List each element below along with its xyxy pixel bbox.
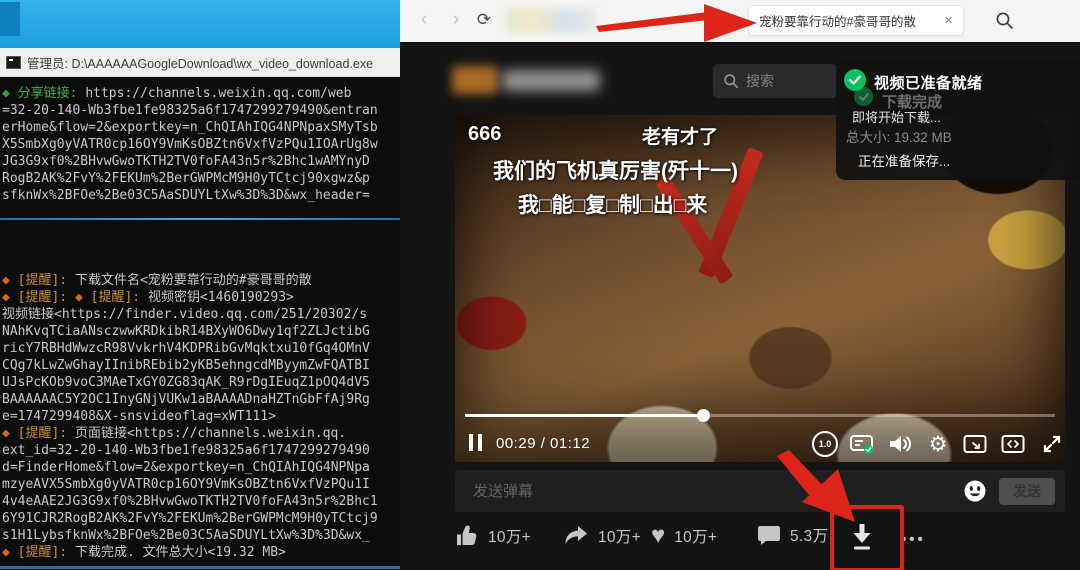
danmaku-comment: 666 xyxy=(468,123,502,145)
danmaku-input[interactable] xyxy=(471,481,963,501)
heart-icon: ♥ xyxy=(651,522,666,549)
toast-saving-line: 正在准备保存... xyxy=(858,154,951,169)
console-icon xyxy=(6,55,21,69)
comment-stat[interactable]: 5.3万 xyxy=(757,524,828,546)
screenshot-root: 管理员: D:\AAAAAAGoogleDownload\wx_video_do… xyxy=(0,0,1080,570)
progress-bar[interactable] xyxy=(465,409,1055,422)
favorite-count: 10万+ xyxy=(674,529,718,546)
terminal-line: d=FinderHome&flow=2&exportkey=n_ChQIAhIQ… xyxy=(2,460,370,475)
channel-name-blurred xyxy=(502,70,600,91)
settings-gear-icon[interactable]: ⚙ xyxy=(925,432,951,456)
page-search-placeholder: 搜索 xyxy=(746,73,774,89)
terminal-line: JG3G9xf0%2BHvwGwoTKTH2TV0foFA43n5r%2Bhc1… xyxy=(2,154,370,169)
send-danmaku-button[interactable]: 发送 xyxy=(999,477,1055,505)
danmaku-comment: 我□能□复□制□出□来 xyxy=(518,194,708,217)
browser-search-box[interactable]: × xyxy=(748,5,964,36)
terminal-line: CQg7kLwZwGhayIInibREbib2yKB5ehngcdMByymZ… xyxy=(2,358,370,373)
terminal-line: =32-20-140-Wb3fbe1fe98325a6f174729927949… xyxy=(2,103,378,118)
terminal-line: ◆ 分享链接: https://channels.weixin.qq.com/w… xyxy=(2,86,352,101)
more-options-button[interactable]: ••• xyxy=(901,531,926,548)
comment-bubble-icon xyxy=(758,526,780,545)
terminal-line: ricY7RBHdWwzcR98VvkrhV4KDPRibGvMqktxu10f… xyxy=(2,341,370,356)
terminal-line: BAAAAAAC5Y2OC1InyGNjVUKw1aBAAAADnaHZTnGb… xyxy=(2,392,370,407)
toast-size-line: 总大小: 19.32 MB xyxy=(846,130,952,145)
emoji-icon[interactable] xyxy=(963,479,987,503)
share-count: 10万+ xyxy=(598,529,641,546)
terminal-line: ◆ [提醒]: 下载文件名<宠粉要靠行动的#豪哥哥的散 xyxy=(2,273,312,288)
terminal-line: erHome&flow=2&exportkey=n_ChQIAhIQG4NPNp… xyxy=(2,120,378,135)
terminal-line: e=1747299408&X-snsvideoflag=xWT111> xyxy=(2,409,276,424)
fullscreen-icon[interactable] xyxy=(1039,432,1065,456)
background-window-edge xyxy=(0,2,20,36)
terminal-line: ext_id=32-20-140-Wb3fbe1fe98325a6f174729… xyxy=(2,443,370,458)
like-count: 10万+ xyxy=(488,529,531,546)
danmaku-comment: 老有才了 xyxy=(642,127,719,148)
download-toast: 下载完成 视频已准备就绪 即将开始下载... 总大小: 19.32 MB 正在准… xyxy=(836,60,1080,180)
page-search-icon xyxy=(724,74,739,89)
picture-in-picture-icon[interactable] xyxy=(962,432,988,456)
terminal-line: RogB2AK%2FvY%2FEKUm%2BerGWPMcM9H0yTCtcj9… xyxy=(2,171,370,186)
window-border-line xyxy=(0,218,400,220)
terminal-line: UJsPcKOb9voC3MAeTxGY0ZG83qAK_R9rDgIEuqZ1… xyxy=(2,375,370,390)
window-border-bottom xyxy=(0,566,400,569)
page-search-box[interactable]: 搜索 xyxy=(713,64,837,98)
progress-fill xyxy=(465,414,703,417)
terminal-line: 4v4eAAE2JG3G9xf0%2BHvwGwoTKTH2TV0foFA43n… xyxy=(2,494,378,509)
console-titlebar[interactable]: 管理员: D:\AAAAAAGoogleDownload\wx_video_do… xyxy=(0,48,400,77)
progress-knob[interactable] xyxy=(696,409,710,422)
channel-logo-blurred[interactable] xyxy=(452,66,498,94)
console-title: 管理员: D:\AAAAAAGoogleDownload\wx_video_do… xyxy=(27,56,374,71)
refresh-icon[interactable]: ⟳ xyxy=(472,8,496,32)
annotation-box xyxy=(830,505,904,570)
video-time: 00:29 / 01:12 xyxy=(496,435,591,452)
terminal-line: s1H1LybsfknWx%2BFOe%2Be03C5AaSDUYLtXw%3D… xyxy=(2,528,370,543)
danmaku-input-bar: 发送 xyxy=(455,470,1065,512)
volume-icon[interactable] xyxy=(887,432,913,456)
like-stat[interactable]: 10万+ xyxy=(455,524,531,548)
favorite-stat[interactable]: ♥ 10万+ xyxy=(651,524,717,548)
danmaku-toggle-icon[interactable] xyxy=(849,432,875,456)
terminal-line: sfknWx%2BFOe%2Be03C5AaSDUYLtXw%3D%3D&wx_… xyxy=(2,188,370,203)
thumbs-up-icon xyxy=(457,525,477,545)
terminal-line: ◆ [提醒]: 页面链接<https://channels.weixin.qq. xyxy=(2,426,347,441)
background-window-strip xyxy=(0,0,400,48)
clear-search-icon[interactable]: × xyxy=(942,13,955,28)
back-icon[interactable]: ‹ xyxy=(412,8,436,32)
playback-speed-button[interactable]: 1.0 xyxy=(812,431,838,457)
playback-speed-icon: 1.0 xyxy=(812,431,838,457)
terminal-line: X5SmbXg0yVATR0cp16OY9VmKsOBZtn6VxfVzPQu1… xyxy=(2,137,378,152)
forward-icon[interactable]: › xyxy=(444,8,468,32)
terminal-line: ◆ [提醒]: ◆ [提醒]: 视频密钥<1460190293> xyxy=(2,290,294,305)
terminal-line: NAhKvqTCiaANsczwwKRDkibR14BXyWO6Dwy1qf2Z… xyxy=(2,324,370,339)
web-fullscreen-icon[interactable] xyxy=(1000,432,1026,456)
pause-button[interactable] xyxy=(469,434,483,451)
danmaku-comment: 我们的飞机真厉害(歼十一) xyxy=(493,160,738,183)
comment-count: 5.3万 xyxy=(790,528,829,545)
check-circle-icon xyxy=(844,69,866,91)
browser-search-input[interactable] xyxy=(757,12,939,29)
terminal-line: 视频链接<https://finder.video.qq.com/251/203… xyxy=(2,307,368,322)
terminal-body[interactable]: ◆ 分享链接: https://channels.weixin.qq.com/w… xyxy=(0,77,400,570)
share-arrow-icon xyxy=(565,526,587,544)
terminal-line: mzyeAVX5SmbXg0yVATR0cp16OY9VmKsOBZtn6Vxf… xyxy=(2,477,370,492)
browser-toolbar xyxy=(400,0,1080,43)
toast-subtitle: 即将开始下载... xyxy=(852,110,941,125)
address-bar-blurred[interactable] xyxy=(505,8,597,33)
terminal-line: ◆ [提醒]: 下载完成. 文件总大小<19.32 MB> xyxy=(2,545,286,560)
toast-title: 视频已准备就绪 xyxy=(874,75,983,92)
search-icon[interactable] xyxy=(995,11,1014,35)
terminal-line: 6Y91CJR2RogB2AK%2FvY%2FEKUm%2BerGWPMcM9H… xyxy=(2,511,378,526)
share-stat[interactable]: 10万+ xyxy=(563,524,641,548)
